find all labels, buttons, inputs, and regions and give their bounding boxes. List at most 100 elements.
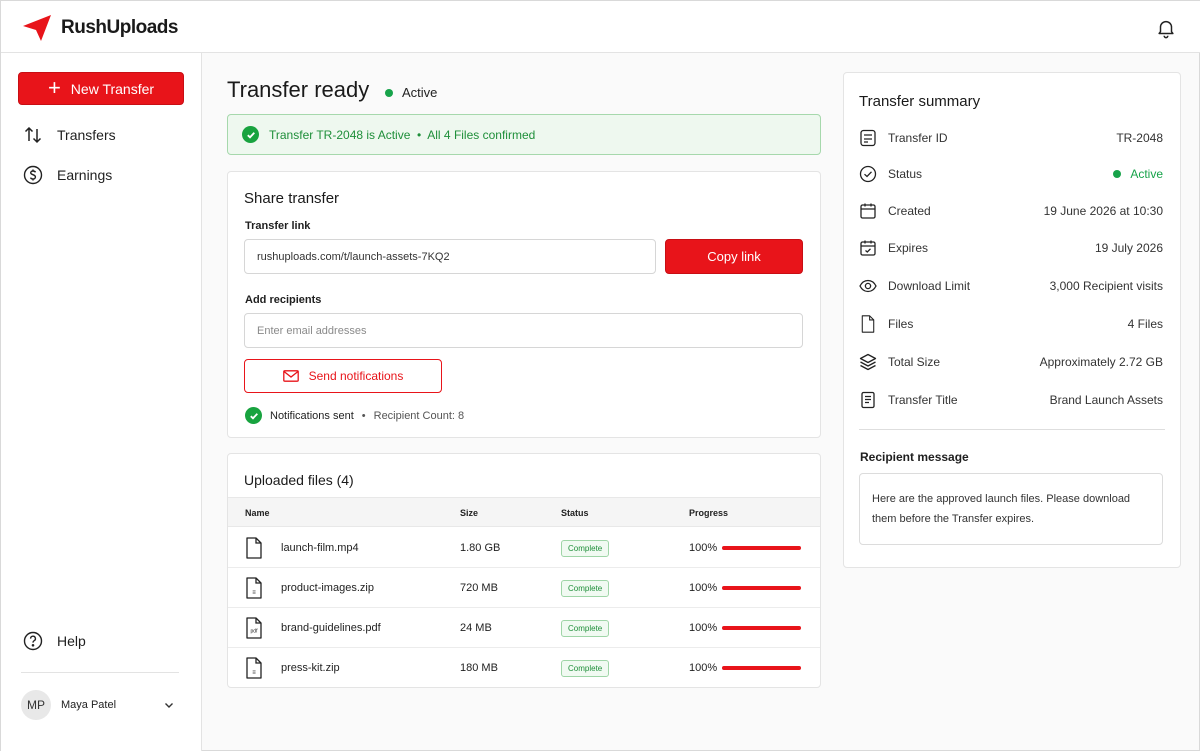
transfer-summary-card: Transfer summary Transfer ID TR-2048 Sta… bbox=[843, 72, 1181, 568]
send-notifications-button[interactable]: Send notifications bbox=[244, 359, 442, 393]
file-size: 720 MB bbox=[460, 582, 498, 594]
notifications-status: Notifications sent • Recipient Count: 8 bbox=[245, 407, 464, 424]
progress-bar bbox=[722, 626, 801, 630]
progress-fill bbox=[722, 586, 801, 590]
share-transfer-card: Share transfer Transfer link rushuploads… bbox=[227, 171, 821, 438]
help-label: Help bbox=[57, 633, 86, 649]
file-size: 180 MB bbox=[460, 662, 498, 674]
check-circle-icon bbox=[242, 126, 259, 143]
file-name[interactable]: product-images.zip bbox=[281, 582, 374, 594]
separator: • bbox=[361, 409, 366, 422]
summary-value: TR-2048 bbox=[1116, 131, 1163, 145]
status-badge: Complete bbox=[561, 580, 610, 597]
avatar: MP bbox=[21, 690, 51, 720]
pdf-file-icon: pdf bbox=[245, 617, 263, 639]
dollar-circle-icon bbox=[23, 165, 43, 185]
recipients-email-input[interactable]: Enter email addresses bbox=[244, 313, 803, 348]
file-size: 24 MB bbox=[460, 622, 492, 634]
summary-divider bbox=[859, 429, 1165, 430]
summary-row-files: Files 4 Files bbox=[859, 315, 1163, 335]
share-title: Share transfer bbox=[244, 190, 340, 207]
svg-text:pdf: pdf bbox=[251, 629, 259, 635]
progress-fill bbox=[722, 666, 801, 670]
summary-label: Transfer ID bbox=[888, 131, 948, 145]
file-icon bbox=[245, 537, 263, 559]
summary-label: Total Size bbox=[888, 355, 941, 369]
summary-label: Expires bbox=[888, 241, 929, 255]
summary-row-total-size: Total Size Approximately 2.72 GB bbox=[859, 353, 1163, 373]
user-menu[interactable]: MP Maya Patel bbox=[21, 690, 179, 720]
recipient-message-box: Here are the approved launch files. Plea… bbox=[859, 473, 1163, 545]
sidebar-item-transfers[interactable]: Transfers bbox=[23, 125, 116, 145]
sidebar: + New Transfer Transfers Earnings Help M… bbox=[1, 53, 202, 751]
summary-value: 19 July 2026 bbox=[1094, 241, 1163, 255]
summary-row-download-limit: Download Limit 3,000 Recipient visits bbox=[859, 277, 1163, 297]
copy-link-button[interactable]: Copy link bbox=[665, 239, 803, 274]
summary-row-transfer-title: Transfer Title Brand Launch Assets bbox=[859, 391, 1163, 411]
file-size: 1.80 GB bbox=[460, 542, 501, 554]
status-badge: Complete bbox=[561, 660, 610, 677]
zip-file-icon: ≡ bbox=[245, 657, 263, 679]
sidebar-item-label: Earnings bbox=[57, 167, 113, 183]
progress-text: 100% bbox=[689, 582, 718, 594]
file-name[interactable]: brand-guidelines.pdf bbox=[281, 622, 381, 634]
progress-text: 100% bbox=[689, 662, 718, 674]
summary-label: Files bbox=[888, 317, 914, 331]
uploaded-files-card: Uploaded files (4) Name Size Status Prog… bbox=[227, 453, 821, 688]
recipient-message-label: Recipient message bbox=[860, 450, 969, 464]
sidebar-item-earnings[interactable]: Earnings bbox=[23, 165, 112, 185]
bell-icon[interactable] bbox=[1155, 17, 1177, 39]
summary-value: 3,000 Recipient visits bbox=[1049, 279, 1163, 293]
summary-label: Created bbox=[888, 204, 931, 218]
page-title: Transfer ready bbox=[227, 77, 370, 102]
app-window: RushUploads + New Transfer Transfers Ear… bbox=[0, 0, 1200, 751]
help-link[interactable]: Help bbox=[23, 631, 86, 651]
files-title: Uploaded files (4) bbox=[244, 472, 354, 488]
summary-row-transfer-id: Transfer ID TR-2048 bbox=[859, 129, 1163, 149]
svg-text:≡: ≡ bbox=[252, 590, 256, 596]
banner-message: Transfer TR-2048 is Active • All 4 Files… bbox=[269, 127, 536, 142]
status-label: Active bbox=[402, 85, 438, 100]
sidebar-divider bbox=[21, 672, 179, 673]
transfer-link-field[interactable]: rushuploads.com/t/launch-assets-7KQ2 bbox=[244, 239, 656, 274]
help-circle-icon bbox=[23, 631, 43, 651]
progress-bar bbox=[722, 546, 801, 550]
top-bar: RushUploads bbox=[1, 1, 1200, 53]
app-name: RushUploads bbox=[61, 17, 178, 38]
progress-bar bbox=[722, 666, 801, 670]
progress-fill bbox=[722, 546, 801, 550]
sidebar-item-label: Transfers bbox=[57, 127, 116, 143]
summary-row-expires: Expires 19 July 2026 bbox=[859, 239, 1163, 259]
summary-title: Transfer summary bbox=[859, 93, 981, 110]
mail-icon bbox=[282, 370, 299, 382]
table-row[interactable]: ≡ press-kit.zip 180 MB Complete 100% bbox=[228, 648, 820, 688]
check-circle-icon bbox=[245, 407, 262, 424]
recipient-count: Recipient Count: 8 bbox=[373, 409, 465, 422]
paper-plane-icon bbox=[23, 15, 51, 41]
new-transfer-button[interactable]: + New Transfer bbox=[18, 72, 184, 105]
status-badge: Complete bbox=[561, 620, 610, 637]
add-recipients-label: Add recipients bbox=[245, 294, 322, 306]
summary-value: Brand Launch Assets bbox=[1049, 393, 1163, 407]
column-header-progress: Progress bbox=[689, 508, 729, 518]
new-transfer-label: New Transfer bbox=[70, 80, 155, 97]
table-row[interactable]: ≡ product-images.zip 720 MB Complete 100… bbox=[228, 568, 820, 608]
table-row[interactable]: launch-film.mp4 1.80 GB Complete 100% bbox=[228, 528, 820, 568]
file-name[interactable]: press-kit.zip bbox=[281, 662, 340, 674]
zip-file-icon: ≡ bbox=[245, 577, 263, 599]
table-row[interactable]: pdf brand-guidelines.pdf 24 MB Complete … bbox=[228, 608, 820, 648]
file-name[interactable]: launch-film.mp4 bbox=[281, 542, 359, 554]
summary-value: 4 Files bbox=[1127, 317, 1163, 331]
column-header-status: Status bbox=[561, 508, 589, 518]
table-header: Name Size Status Progress bbox=[228, 497, 820, 527]
status-badge: Complete bbox=[561, 540, 610, 557]
logo[interactable]: RushUploads bbox=[21, 13, 178, 43]
column-header-name: Name bbox=[245, 508, 270, 518]
send-notifications-label: Send notifications bbox=[308, 369, 404, 383]
summary-value: 19 June 2026 at 10:30 bbox=[1043, 204, 1163, 218]
progress-text: 100% bbox=[689, 542, 718, 554]
column-header-size: Size bbox=[460, 508, 479, 518]
status-dot bbox=[385, 88, 393, 97]
summary-label: Transfer Title bbox=[888, 393, 958, 407]
progress-text: 100% bbox=[689, 622, 718, 634]
